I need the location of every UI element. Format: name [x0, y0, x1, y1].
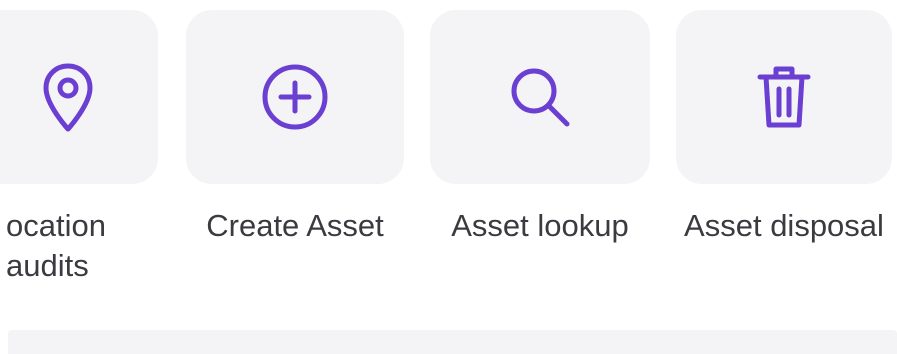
- asset-disposal-label: Asset disposal: [684, 208, 884, 243]
- location-audits-tile[interactable]: [0, 10, 158, 184]
- asset-disposal-tile[interactable]: [676, 10, 892, 184]
- plus-circle-icon: [259, 61, 331, 133]
- location-audits-label-line2: audits: [6, 248, 89, 283]
- location-audits-label-line1: ocation: [6, 208, 106, 243]
- create-asset-tile[interactable]: [186, 10, 404, 184]
- asset-lookup-tile[interactable]: [430, 10, 650, 184]
- create-asset-label: Create Asset: [206, 208, 384, 243]
- trash-icon: [754, 61, 814, 133]
- location-pin-icon: [40, 61, 96, 133]
- asset-lookup-label: Asset lookup: [451, 208, 629, 243]
- quick-actions-row: ocation audits Create Asset Asset lookup: [0, 0, 897, 354]
- location-audits-label: ocation audits: [6, 206, 126, 286]
- search-icon: [505, 62, 575, 132]
- next-section-card: [8, 330, 897, 354]
